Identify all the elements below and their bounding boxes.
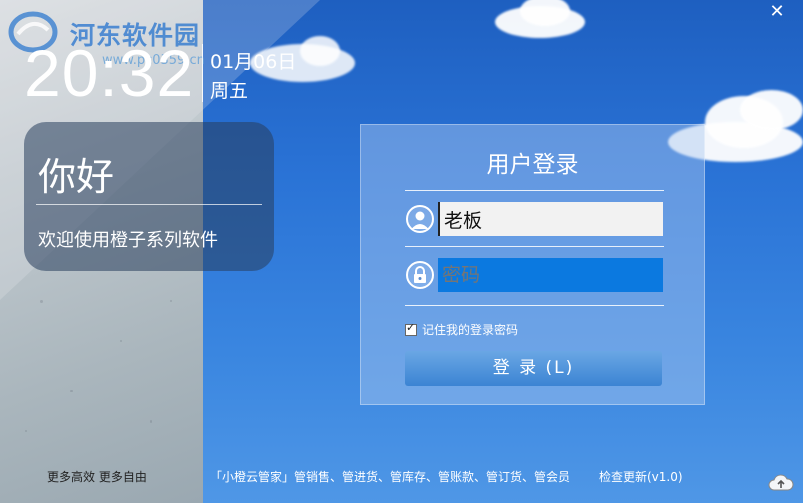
check-update-link[interactable]: 检查更新(v1.0) xyxy=(599,468,683,485)
clock-divider xyxy=(202,44,203,102)
footer-slogan: 更多高效 更多自由 xyxy=(47,470,147,484)
remember-checkbox[interactable] xyxy=(405,321,417,336)
clock-time: 20:32 xyxy=(24,36,195,110)
user-icon xyxy=(406,205,434,233)
footer-products: 「小橙云管家」管销售、管进货、管库存、管账款、管订货、管会员 xyxy=(210,470,571,484)
cloud xyxy=(740,90,803,130)
username-input[interactable] xyxy=(438,202,663,236)
login-panel: 用户登录 记住我的登录密码 登 录 (L) xyxy=(360,124,705,405)
login-button[interactable]: 登 录 (L) xyxy=(405,351,662,386)
greeting-subtitle: 欢迎使用橙子系列软件 xyxy=(38,230,218,251)
remember-option[interactable]: 记住我的登录密码 xyxy=(405,321,518,338)
cloud xyxy=(300,36,340,66)
greeting-title: 你好 xyxy=(38,155,115,199)
lock-icon xyxy=(406,261,434,289)
password-input[interactable] xyxy=(438,258,663,292)
login-window: ✕ 河东软件园 www.pc0359.cn 20:32 01月06日 周五 你好… xyxy=(0,0,803,503)
clock-weekday: 周五 xyxy=(210,80,249,102)
divider xyxy=(405,246,664,247)
divider xyxy=(405,305,664,306)
cloud-upload-icon[interactable] xyxy=(768,471,794,493)
clock-date: 01月06日 xyxy=(210,51,297,73)
greeting-divider xyxy=(36,204,262,205)
login-title: 用户登录 xyxy=(486,152,579,178)
close-icon[interactable]: ✕ xyxy=(767,2,787,22)
divider xyxy=(405,190,664,191)
greeting-card: 你好 欢迎使用橙子系列软件 xyxy=(24,122,274,271)
remember-label: 记住我的登录密码 xyxy=(422,323,519,337)
